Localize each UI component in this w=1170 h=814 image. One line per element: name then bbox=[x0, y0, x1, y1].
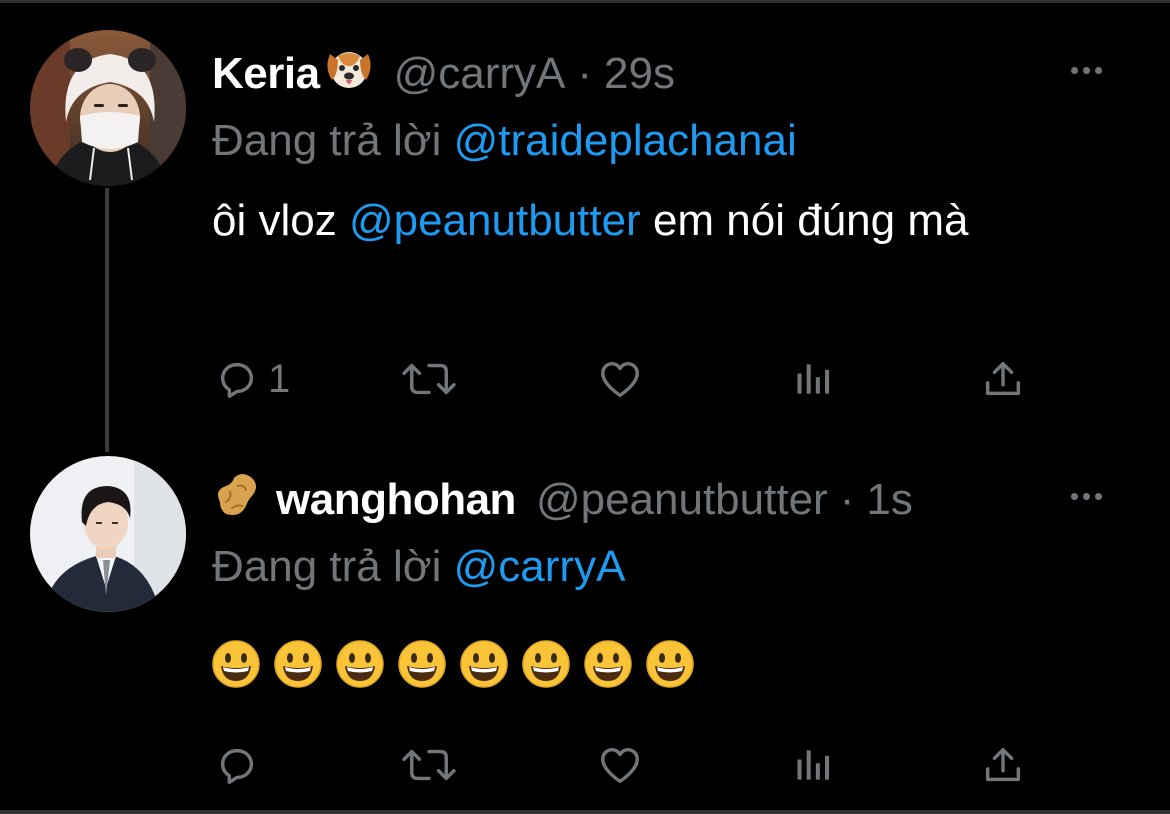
replying-to-label: Đang trả lời bbox=[212, 116, 442, 165]
views-icon bbox=[797, 364, 830, 394]
grinning-face-icon bbox=[584, 640, 632, 693]
timestamp[interactable]: 1s bbox=[866, 475, 912, 525]
dog-face-icon bbox=[324, 46, 374, 103]
like-icon bbox=[601, 747, 639, 784]
reply-button[interactable] bbox=[214, 740, 268, 790]
grinning-face-icon bbox=[274, 640, 322, 693]
reply-count: 1 bbox=[268, 356, 291, 401]
tweet-emoji-text bbox=[212, 640, 694, 693]
grinning-face-icon bbox=[460, 640, 508, 693]
share-icon bbox=[985, 361, 1021, 396]
separator-dot: · bbox=[577, 49, 593, 98]
replying-to-mention[interactable]: @traideplachanai bbox=[454, 116, 797, 165]
views-button[interactable] bbox=[792, 354, 836, 404]
user-handle[interactable]: @peanutbutter bbox=[536, 475, 828, 525]
views-button[interactable] bbox=[792, 740, 836, 790]
retweet-button[interactable] bbox=[400, 740, 458, 790]
separator-dot: · bbox=[839, 475, 855, 524]
like-button[interactable] bbox=[596, 740, 644, 790]
retweet-icon bbox=[402, 363, 456, 395]
tweet-actions bbox=[212, 740, 1052, 790]
display-name[interactable]: Keria bbox=[212, 49, 320, 99]
share-icon bbox=[985, 747, 1021, 782]
grinning-face-icon bbox=[212, 640, 260, 693]
tweet-actions: 1 bbox=[212, 354, 1052, 404]
grinning-face-icon bbox=[398, 640, 446, 693]
share-button[interactable] bbox=[980, 740, 1026, 790]
replying-to-label: Đang trả lời bbox=[212, 542, 442, 591]
peanut-icon bbox=[212, 472, 262, 529]
grinning-face-icon bbox=[646, 640, 694, 693]
reply-icon bbox=[220, 748, 254, 784]
tweet-header: Keria @carryA · 29s bbox=[212, 44, 675, 104]
grinning-face-icon bbox=[336, 640, 384, 693]
display-name[interactable]: wanghohan bbox=[276, 475, 516, 525]
user-handle[interactable]: @carryA bbox=[394, 49, 566, 99]
share-button[interactable] bbox=[980, 354, 1026, 404]
timestamp[interactable]: 29s bbox=[604, 49, 675, 99]
retweet-icon bbox=[402, 749, 456, 781]
replying-to-line: Đang trả lời @carryA bbox=[212, 542, 625, 592]
more-options-icon[interactable] bbox=[1066, 50, 1106, 90]
tweet-2[interactable]: wanghohan @peanutbutter · 1s Đang trả lờ… bbox=[0, 440, 1170, 810]
tweet-1[interactable]: Keria @carryA · 29s Đang trả lời @traide… bbox=[0, 0, 1170, 440]
tweet-header: wanghohan @peanutbutter · 1s bbox=[212, 470, 913, 530]
more-options-icon[interactable] bbox=[1066, 476, 1106, 516]
tweet-text-end: em nói đúng mà bbox=[640, 196, 969, 245]
tweet-text-start: ôi vloz bbox=[212, 196, 349, 245]
views-icon bbox=[797, 750, 830, 780]
avatar[interactable] bbox=[30, 30, 186, 186]
bottom-border bbox=[0, 810, 1170, 814]
grinning-face-icon bbox=[522, 640, 570, 693]
like-icon bbox=[601, 361, 639, 398]
tweet-text: ôi vloz @peanutbutter em nói đúng mà bbox=[212, 188, 1112, 254]
reply-button[interactable]: 1 bbox=[214, 354, 290, 404]
avatar[interactable] bbox=[30, 456, 186, 612]
reply-icon bbox=[220, 362, 254, 398]
tweet-text-mention[interactable]: @peanutbutter bbox=[349, 196, 641, 245]
replying-to-line: Đang trả lời @traideplachanai bbox=[212, 116, 797, 166]
like-button[interactable] bbox=[596, 354, 644, 404]
retweet-button[interactable] bbox=[400, 354, 458, 404]
replying-to-mention[interactable]: @carryA bbox=[454, 542, 626, 591]
